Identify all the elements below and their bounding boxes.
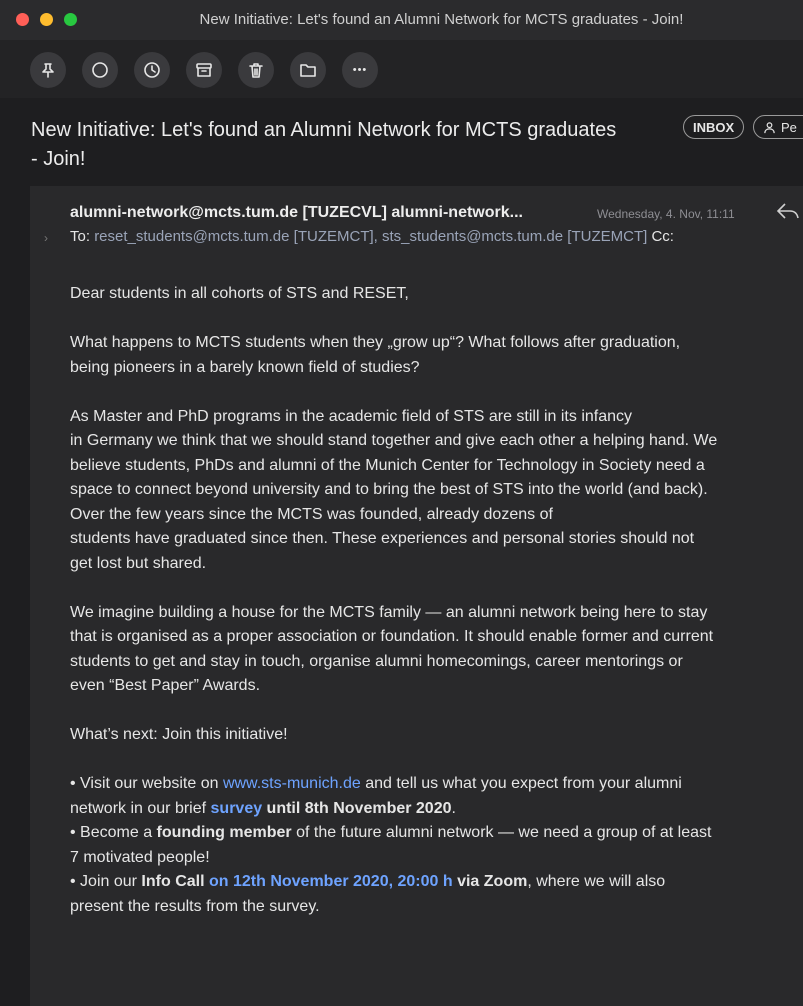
survey-link[interactable]: survey	[211, 800, 263, 817]
folder-icon	[300, 64, 316, 77]
b1-text-3: network in our brief	[70, 799, 211, 817]
b1-text: • Visit our website on	[70, 775, 223, 792]
paragraph-1: What happens to MCTS students when they …	[70, 331, 803, 380]
p2-line-6: students have graduated since then. Thes…	[70, 530, 695, 547]
circle-icon	[92, 62, 108, 78]
survey-deadline: until 8th November 2020	[262, 799, 452, 817]
reply-icon	[776, 203, 799, 219]
more-icon: •••	[352, 64, 368, 76]
message-body: Dear students in all cohorts of STS and …	[70, 282, 803, 919]
reply-button[interactable]	[776, 202, 800, 225]
b1-end: .	[451, 799, 456, 817]
info-call-text: Info Call	[141, 873, 205, 890]
people-badge[interactable]: Pe	[753, 115, 803, 139]
website-link[interactable]: www.sts-munich.de	[223, 775, 361, 792]
b3-text: • Join our	[70, 873, 142, 890]
b2-text: • Become a	[70, 824, 157, 841]
expand-recipients-chevron-icon[interactable]: ›	[44, 231, 48, 245]
move-to-folder-button[interactable]	[290, 52, 326, 88]
sender[interactable]: alumni-network@mcts.tum.de [TUZECVL] alu…	[70, 204, 523, 222]
to-label: To:	[70, 228, 91, 245]
paragraph-3: We imagine building a house for the MCTS…	[70, 601, 803, 699]
mark-unread-button[interactable]	[82, 52, 118, 88]
archive-icon	[196, 63, 212, 77]
info-call-date-link[interactable]: on 12th November 2020, 20:00 h	[205, 873, 453, 890]
window-title: New Initiative: Let's found an Alumni Ne…	[199, 11, 684, 28]
subject: New Initiative: Let's found an Alumni Ne…	[31, 116, 671, 174]
b3-text-2: , where we will also	[527, 873, 666, 890]
paragraph-2: As Master and PhD programs in the academ…	[70, 405, 803, 577]
p3-line-4: even “Best Paper” Awards.	[70, 677, 261, 694]
message-header: New Initiative: Let's found an Alumni Ne…	[0, 98, 803, 188]
p2-line-7: get lost but shared.	[70, 554, 207, 572]
delete-button[interactable]	[238, 52, 274, 88]
pin-icon	[42, 63, 54, 78]
clock-icon	[144, 62, 160, 78]
b3-text-3: present the results from the survey.	[70, 897, 320, 915]
title-bar: New Initiative: Let's found an Alumni Ne…	[0, 0, 803, 41]
p2-line-1: As Master and PhD programs in the academ…	[70, 407, 633, 425]
archive-button[interactable]	[186, 52, 222, 88]
via-zoom-text: via Zoom	[452, 873, 528, 890]
b1-text-2: and tell us what you expect from your al…	[360, 775, 682, 792]
p1-line-1: What happens to MCTS students when they …	[70, 334, 681, 351]
b2-text-3: 7 motivated people!	[70, 848, 210, 866]
paragraph-4: What’s next: Join this initiative!	[70, 726, 288, 743]
b2-text-2: of the future alumni network — we need a…	[291, 824, 712, 841]
recipients: To: reset_students@mcts.tum.de [TUZEMCT]…	[70, 228, 674, 245]
cc-label: Cc:	[651, 228, 674, 245]
person-icon	[764, 121, 775, 133]
p3-line-3: students to get and stay in touch, organ…	[70, 652, 683, 670]
more-button[interactable]: •••	[342, 52, 378, 88]
bullet-founding-member: • Become a founding member of the future…	[70, 821, 803, 870]
p3-line-1: We imagine building a house for the MCTS…	[70, 603, 708, 621]
message-card: alumni-network@mcts.tum.de [TUZECVL] alu…	[30, 186, 803, 1006]
subject-line-2: - Join!	[31, 148, 86, 170]
bullet-website: • Visit our website on www.sts-munich.de…	[70, 772, 803, 821]
p3-line-2: that is organised as a proper associatio…	[70, 628, 714, 645]
bullet-info-call: • Join our Info Call on 12th November 20…	[70, 870, 803, 919]
trash-icon	[249, 63, 263, 78]
toolbar: •••	[0, 40, 803, 98]
inbox-badge[interactable]: INBOX	[683, 115, 745, 139]
snooze-button[interactable]	[134, 52, 170, 88]
p1-line-2: being pioneers in a barely known field o…	[70, 358, 420, 376]
founding-member-text: founding member	[156, 824, 292, 841]
people-badge-label: Pe	[781, 119, 797, 135]
pin-button[interactable]	[30, 52, 66, 88]
p2-line-5: Over the few years since the MCTS was fo…	[70, 505, 553, 523]
message-date: Wednesday, 4. Nov, 11:11	[597, 207, 735, 221]
to-addresses[interactable]: reset_students@mcts.tum.de [TUZEMCT], st…	[94, 228, 647, 245]
subject-line-1: New Initiative: Let's found an Alumni Ne…	[31, 119, 617, 141]
p2-line-3: believe students, PhDs and alumni of the…	[70, 456, 705, 474]
p2-line-2: in Germany we think that we should stand…	[70, 432, 718, 449]
p2-line-4: space to connect beyond university and t…	[70, 481, 708, 498]
greeting: Dear students in all cohorts of STS and …	[70, 285, 409, 302]
